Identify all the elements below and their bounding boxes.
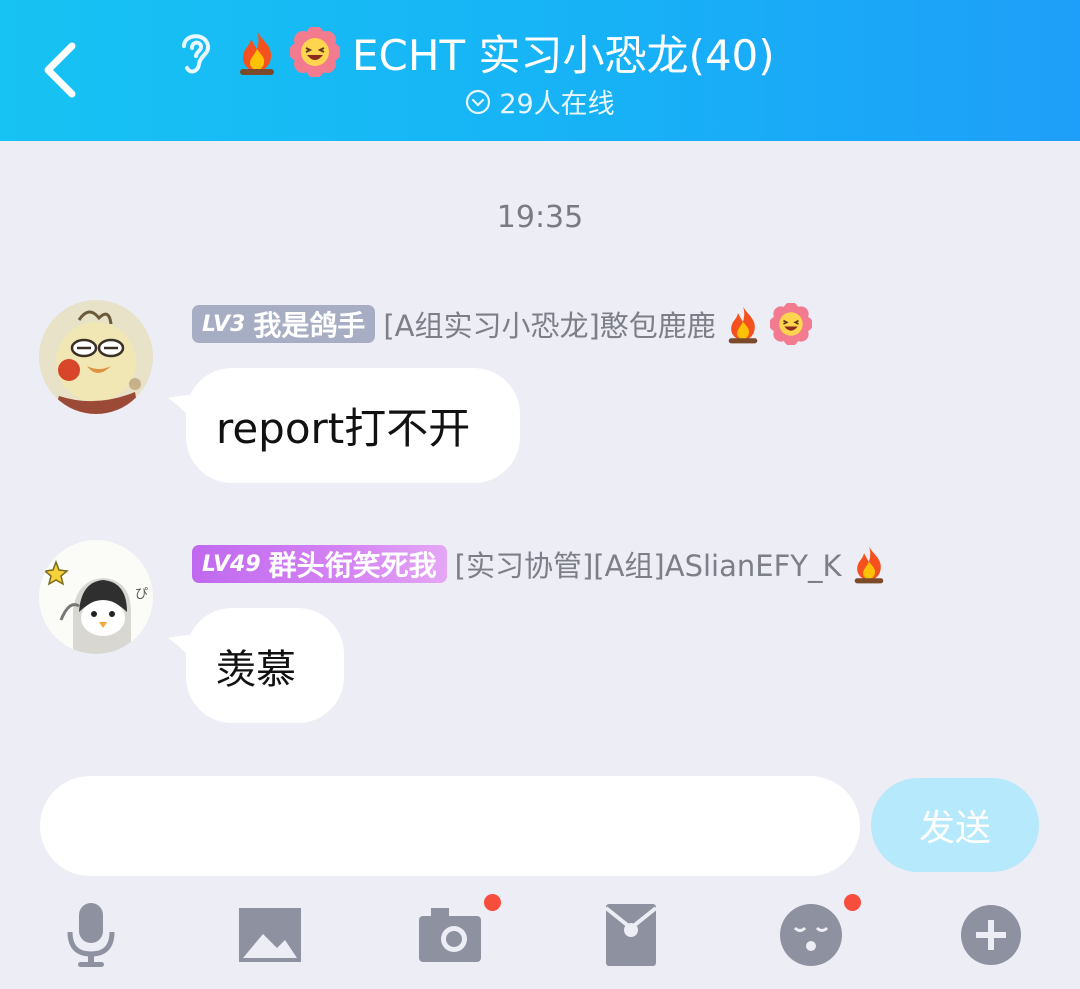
sender-avatar[interactable]: ぴ [39, 540, 153, 654]
sender-info: LV49 群头衔笑死我 [实习协管][A组]ASlianEFY_K [192, 542, 890, 586]
ear-icon[interactable] [170, 26, 220, 78]
chat-header: ECHT 实习小恐龙(40) 29人在线 [0, 0, 1080, 141]
svg-text:ぴ: ぴ [135, 587, 148, 602]
online-count: 29人在线 [499, 89, 615, 120]
badge-title: 群头衔笑死我 [268, 549, 437, 582]
fire-emoji [854, 546, 883, 584]
level-label: LV3 [202, 311, 246, 337]
microphone-icon[interactable] [56, 900, 126, 970]
emoji-face-icon[interactable] [776, 900, 846, 970]
red-packet-icon[interactable] [596, 900, 666, 970]
laughing-flower-emoji [769, 303, 812, 345]
image-icon[interactable] [235, 900, 305, 970]
level-badge: LV49 群头衔笑死我 [192, 545, 447, 583]
message-timestamp: 19:35 [496, 200, 584, 235]
sender-name[interactable]: [A组实习小恐龙]憨包鹿鹿 [383, 303, 715, 345]
notification-dot [484, 894, 501, 911]
plus-icon[interactable] [956, 900, 1026, 970]
message-input[interactable] [40, 776, 860, 876]
penguin-avatar-icon: ぴ [39, 540, 153, 654]
message-bubble[interactable]: report打不开 [186, 368, 520, 483]
badge-title: 我是鸽手 [253, 309, 366, 342]
send-button[interactable]: 发送 [871, 778, 1039, 872]
message-text: 羡慕 [216, 646, 296, 693]
message-bubble[interactable]: 羡慕 [186, 608, 344, 723]
group-title: ECHT 实习小恐龙(40) [352, 30, 775, 80]
sender-info: LV3 我是鸽手 [A组实习小恐龙]憨包鹿鹿 [192, 302, 812, 346]
duck-avatar-icon [39, 300, 153, 414]
fire-emoji [728, 306, 758, 344]
message-text: report打不开 [216, 404, 471, 453]
sender-avatar[interactable] [39, 300, 153, 414]
online-status[interactable]: 29人在线 [0, 82, 1080, 121]
fire-emoji [240, 31, 274, 75]
camera-icon[interactable] [415, 900, 485, 970]
level-badge: LV3 我是鸽手 [192, 305, 376, 343]
notification-dot [844, 894, 861, 911]
level-label: LV49 [202, 551, 261, 577]
group-title-row[interactable]: ECHT 实习小恐龙(40) [170, 20, 775, 84]
laughing-flower-emoji [290, 27, 340, 77]
chevron-circle-icon [466, 89, 491, 114]
sender-name[interactable]: [实习协管][A组]ASlianEFY_K [455, 543, 842, 585]
